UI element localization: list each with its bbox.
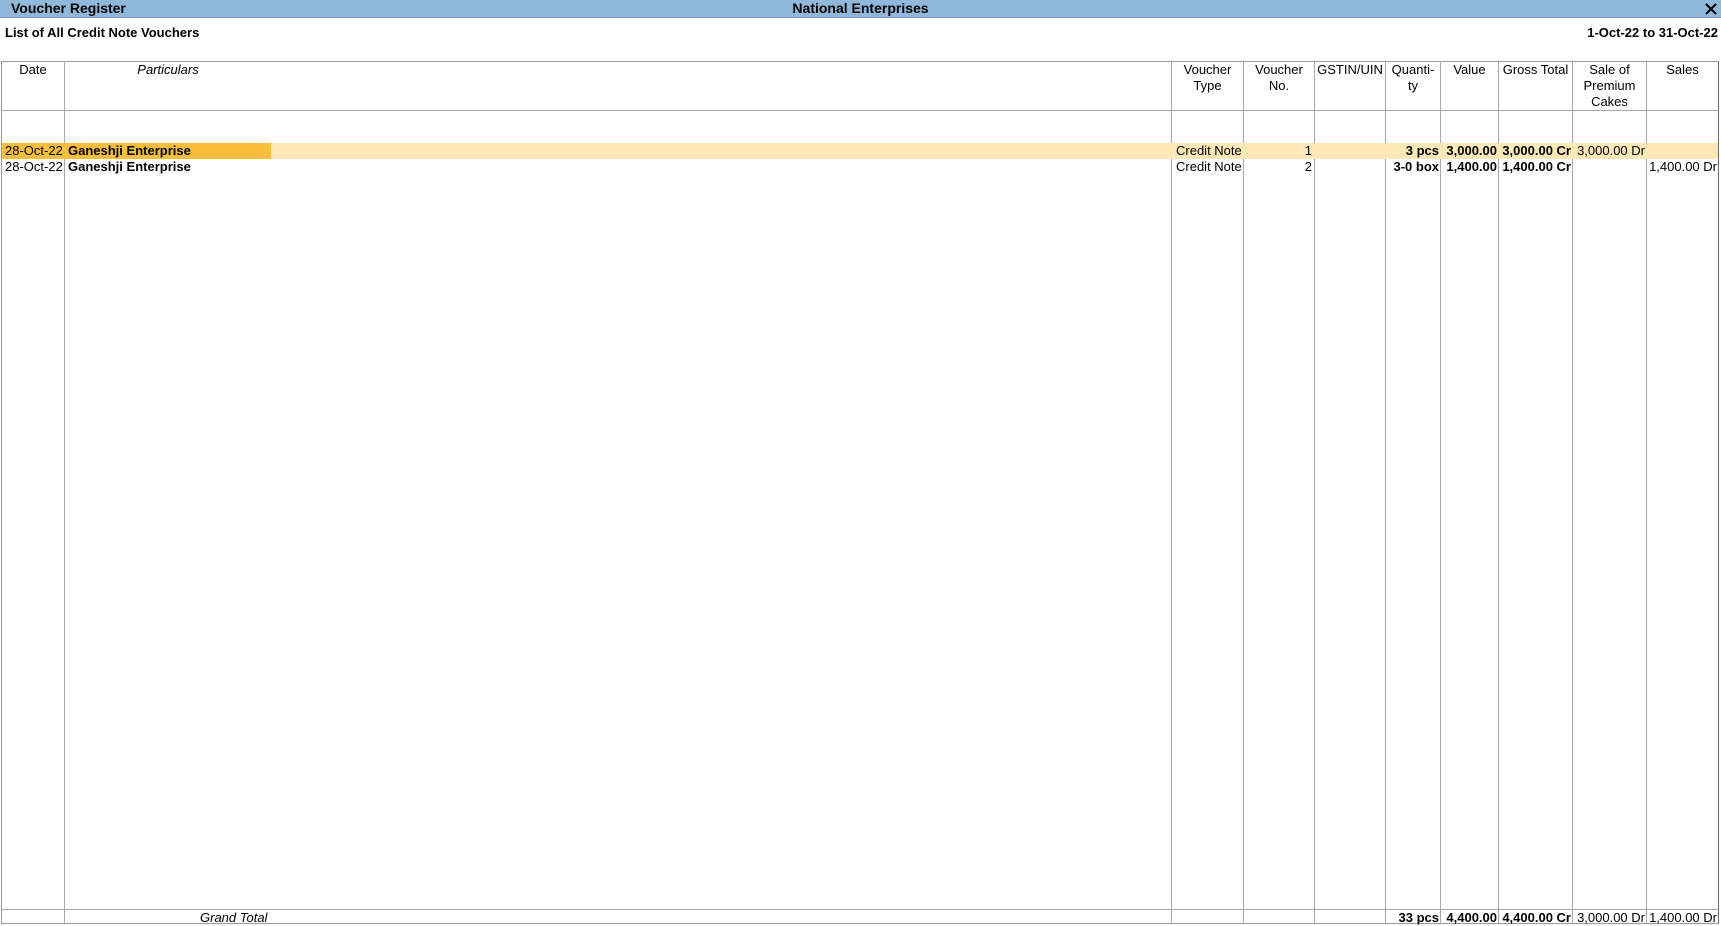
column-header-date: Date	[2, 62, 64, 78]
total-sales: 1,400.00 Dr	[1649, 910, 1717, 925]
close-icon	[1705, 3, 1717, 15]
window-title: Voucher Register	[11, 0, 126, 16]
title-bar: Voucher Register National Enterprises	[0, 0, 1721, 18]
column-divider	[1314, 61, 1315, 924]
column-header-line: Voucher	[1255, 62, 1303, 77]
row-sale-premium: 3,000.00 Dr	[1577, 143, 1645, 158]
row-date: 28-Oct-22	[5, 143, 63, 158]
column-divider	[1243, 61, 1244, 924]
column-header-line: Quanti-	[1391, 62, 1435, 77]
close-button[interactable]	[1703, 0, 1719, 17]
row-date: 28-Oct-22	[5, 159, 63, 174]
row-voucher-no: 1	[1304, 143, 1312, 158]
total-sale-premium: 3,000.00 Dr	[1577, 910, 1645, 925]
column-header-line: No.	[1268, 78, 1290, 93]
column-divider	[64, 61, 65, 924]
column-header-gstin-label: GSTIN/UIN	[1317, 62, 1383, 77]
table-row[interactable]: 28-Oct-22 Ganeshji Enterprise Credit Not…	[2, 143, 1718, 159]
column-header-particulars-label: Particulars	[137, 62, 199, 77]
row-quantity: 3 pcs	[1405, 143, 1439, 158]
row-gross-total: 3,000.00 Cr	[1502, 143, 1571, 158]
total-quantity: 33 pcs	[1398, 910, 1439, 925]
row-voucher-no: 2	[1304, 159, 1312, 174]
grand-total-row: Grand Total 33 pcs 4,400.00 4,400.00 Cr …	[2, 910, 1718, 926]
row-value: 1,400.00	[1446, 159, 1497, 174]
column-header-value-label: Value	[1453, 62, 1486, 77]
column-header-gross-total: Gross Total	[1499, 62, 1572, 78]
column-header-line: Voucher	[1183, 62, 1232, 77]
column-header-gstin: GSTIN/UIN	[1315, 62, 1385, 78]
row-gross-total: 1,400.00 Cr	[1502, 159, 1571, 174]
table-row[interactable]: 28-Oct-22 Ganeshji Enterprise Credit Not…	[2, 159, 1718, 175]
column-divider	[1572, 61, 1573, 924]
company-name: National Enterprises	[792, 0, 929, 16]
total-value: 4,400.00	[1446, 910, 1497, 925]
column-divider	[1498, 61, 1499, 924]
grand-total-label: Grand Total	[200, 910, 268, 925]
column-header-gross-total-label: Gross Total	[1502, 62, 1569, 77]
column-header-quantity: Quanti- ty	[1386, 62, 1440, 94]
report-period: 1-Oct-22 to 31-Oct-22	[1587, 25, 1718, 40]
column-header-value: Value	[1441, 62, 1498, 78]
column-header-line: Premium	[1583, 78, 1636, 93]
column-divider	[1385, 61, 1386, 924]
column-header-line: Sale of	[1589, 62, 1630, 77]
column-divider	[1440, 61, 1441, 924]
row-particulars[interactable]: Ganeshji Enterprise	[68, 159, 191, 175]
column-header-date-label: Date	[19, 62, 47, 77]
total-gross-total: 4,400.00 Cr	[1502, 910, 1571, 925]
column-header-sales: Sales	[1647, 62, 1718, 78]
report-title: List of All Credit Note Vouchers	[5, 25, 200, 40]
row-value: 3,000.00	[1446, 143, 1497, 158]
column-header-line: Type	[1193, 78, 1222, 93]
row-quantity: 3-0 box	[1393, 159, 1439, 174]
row-voucher-type: Credit Note	[1176, 143, 1242, 158]
report-header: List of All Credit Note Vouchers 1-Oct-2…	[0, 18, 1721, 60]
column-header-line: Cakes	[1591, 94, 1628, 109]
row-voucher-type: Credit Note	[1176, 159, 1242, 174]
column-header-particulars: Particulars	[65, 62, 271, 78]
column-header-voucher-no: Voucher No.	[1244, 62, 1314, 94]
column-divider	[1646, 61, 1647, 924]
column-header-sales-label: Sales	[1666, 62, 1699, 77]
column-header-sale-premium-cakes: Sale of Premium Cakes	[1573, 62, 1646, 110]
register-table	[1, 61, 1719, 924]
row-particulars[interactable]: Ganeshji Enterprise	[68, 143, 191, 159]
row-sales: 1,400.00 Dr	[1649, 159, 1717, 174]
header-divider	[1, 110, 1719, 111]
column-header-line: ty	[1407, 78, 1419, 93]
column-divider	[1171, 61, 1172, 924]
column-header-voucher-type: Voucher Type	[1172, 62, 1243, 94]
